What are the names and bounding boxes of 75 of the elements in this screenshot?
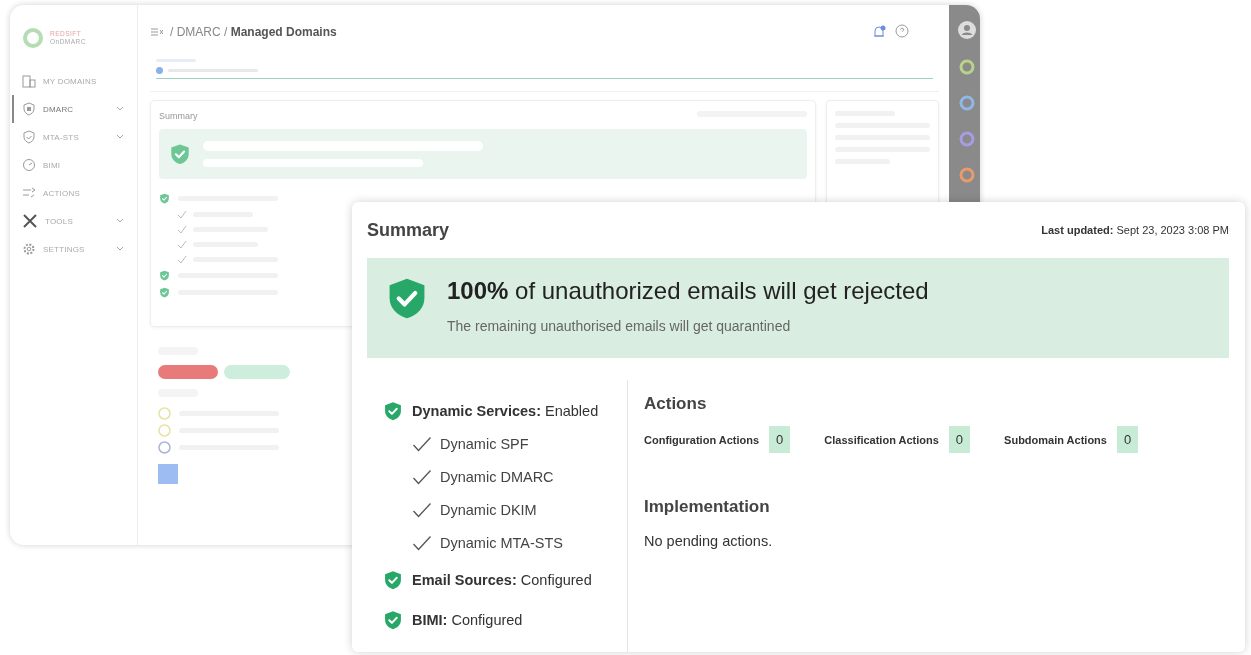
gear-icon bbox=[22, 242, 36, 256]
app-logo-icon[interactable] bbox=[958, 95, 975, 111]
circle-icon bbox=[158, 424, 171, 437]
count-badge: 0 bbox=[1116, 426, 1139, 453]
chevron-icon bbox=[116, 106, 124, 112]
count-badge: 0 bbox=[948, 426, 971, 453]
gauge-icon bbox=[22, 158, 36, 172]
app-logo-icon[interactable] bbox=[958, 59, 975, 75]
shield-icon bbox=[22, 102, 36, 116]
app-logo-icon[interactable] bbox=[958, 167, 975, 183]
shield-check-icon bbox=[159, 287, 170, 298]
service-item: Dynamic DKIM bbox=[440, 501, 537, 518]
building-icon bbox=[22, 74, 36, 88]
chevron-icon bbox=[116, 246, 124, 252]
skeleton-line bbox=[158, 365, 218, 379]
banner-headline: 100% of unauthorized emails will get rejected bbox=[447, 276, 929, 306]
sidebar-item[interactable]: MTA-STS bbox=[12, 123, 124, 151]
sidebar-label: DMARC bbox=[43, 104, 75, 114]
sidebar-item[interactable]: TOOLS bbox=[12, 207, 124, 235]
check-icon bbox=[412, 501, 432, 518]
panel-title: Summary bbox=[159, 111, 198, 121]
breadcrumb: / DMARC / Managed Domains bbox=[170, 25, 337, 39]
shield-check-icon bbox=[159, 270, 170, 281]
shield-check-icon bbox=[169, 143, 191, 165]
chevron-icon bbox=[116, 134, 124, 140]
sidebar-label: ACTIONS bbox=[43, 188, 81, 198]
shield-check-icon bbox=[159, 193, 170, 204]
tools-icon bbox=[22, 213, 38, 229]
shield-icon bbox=[22, 130, 36, 144]
shield-check-icon bbox=[383, 569, 403, 590]
check-icon bbox=[412, 534, 432, 551]
sidebar-item[interactable]: MY DOMAINS bbox=[12, 67, 124, 95]
sidebar-label: MTA-STS bbox=[43, 132, 80, 142]
check-icon bbox=[412, 468, 432, 485]
logo-icon bbox=[22, 27, 44, 49]
service-status: BIMI: Configured bbox=[412, 611, 523, 628]
service-status: Dynamic Services: Enabled bbox=[412, 402, 599, 419]
user-avatar-icon[interactable] bbox=[957, 21, 976, 39]
sidebar-item[interactable]: ACTIONS bbox=[12, 179, 124, 207]
section-title: Implementation bbox=[644, 497, 771, 517]
count-badge: 0 bbox=[769, 426, 791, 453]
service-item: Dynamic MTA-STS bbox=[440, 534, 563, 551]
counter-label: Subdomain Actions bbox=[1004, 433, 1107, 446]
last-updated: Last updated: Sept 23, 2023 3:08 PM bbox=[1041, 224, 1229, 236]
sidebar-label: BIMI bbox=[43, 160, 62, 170]
bell-icon[interactable] bbox=[871, 24, 887, 40]
card-title: Summary bbox=[367, 219, 450, 241]
status-text: No pending actions. bbox=[644, 533, 774, 549]
chevron-icon bbox=[116, 218, 124, 224]
section-title: Actions bbox=[644, 394, 708, 414]
shield-check-icon bbox=[383, 400, 403, 421]
domain-select[interactable] bbox=[156, 59, 933, 79]
sidebar-item[interactable]: SETTINGS bbox=[12, 235, 124, 263]
sidebar-label: MY DOMAINS bbox=[43, 76, 98, 86]
service-item: Dynamic SPF bbox=[440, 435, 529, 452]
app-logo-icon[interactable] bbox=[958, 131, 975, 147]
sidebar-label: SETTINGS bbox=[43, 244, 86, 254]
check-icon bbox=[412, 435, 432, 452]
sidebar-item[interactable]: DMARC bbox=[12, 95, 124, 123]
circle-icon bbox=[158, 407, 171, 420]
help-icon[interactable] bbox=[895, 24, 909, 38]
circle-icon bbox=[158, 441, 171, 454]
globe-icon bbox=[156, 67, 163, 74]
banner-subtext: The remaining unauthorised emails will get quarantined bbox=[447, 318, 792, 334]
skeleton-line bbox=[224, 365, 290, 379]
shield-check-icon bbox=[383, 609, 403, 630]
counter-label: Configuration Actions bbox=[644, 433, 760, 446]
service-status: Email Sources: Configured bbox=[412, 571, 592, 588]
sidebar-label: TOOLS bbox=[45, 216, 74, 226]
menu-icon[interactable] bbox=[150, 27, 164, 37]
counter-label: Classification Actions bbox=[824, 433, 939, 446]
sliders-icon bbox=[22, 186, 36, 200]
square-icon bbox=[158, 464, 178, 484]
service-item: Dynamic DMARC bbox=[440, 468, 554, 485]
sidebar-item[interactable]: BIMI bbox=[12, 151, 124, 179]
